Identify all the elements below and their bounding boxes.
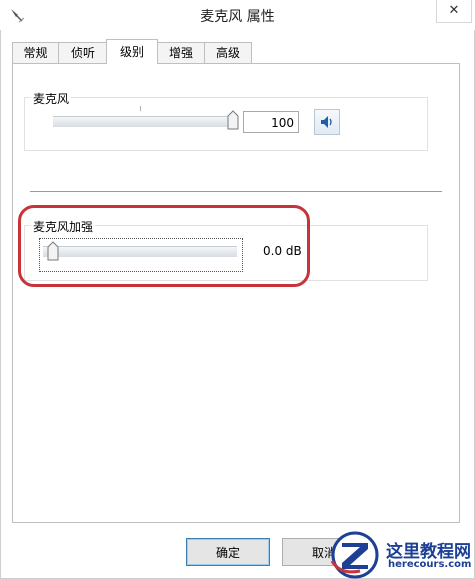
tab-general[interactable]: 常规 [12,42,59,63]
tab-enhancements[interactable]: 增强 [157,42,205,63]
highlight-annotation [18,205,310,287]
ok-button[interactable]: 确定 [186,538,270,566]
tab-listen[interactable]: 侦听 [58,42,108,63]
separator [30,191,442,192]
microphone-slider-track[interactable] [53,116,233,127]
watermark-logo: 这里教程网 herecours.com [328,531,474,579]
z-logo-icon [330,531,379,579]
mute-button[interactable] [314,109,340,135]
tab-advanced[interactable]: 高级 [204,42,252,63]
title-bar: 麦克风 属性 ✕ [0,0,475,30]
window-title: 麦克风 属性 [200,9,275,25]
close-button[interactable]: ✕ [436,0,472,23]
microphone-group: 麦克风 100 [24,90,428,151]
slider-tick [140,106,141,111]
tab-levels[interactable]: 级别 [106,39,158,64]
microphone-label: 麦克风 [31,90,72,107]
watermark-url: herecours.com [388,559,472,570]
microphone-slider-thumb[interactable] [227,110,239,130]
speaker-icon [321,116,332,128]
close-icon: ✕ [448,3,460,18]
microphone-level-value[interactable]: 100 [243,111,299,133]
